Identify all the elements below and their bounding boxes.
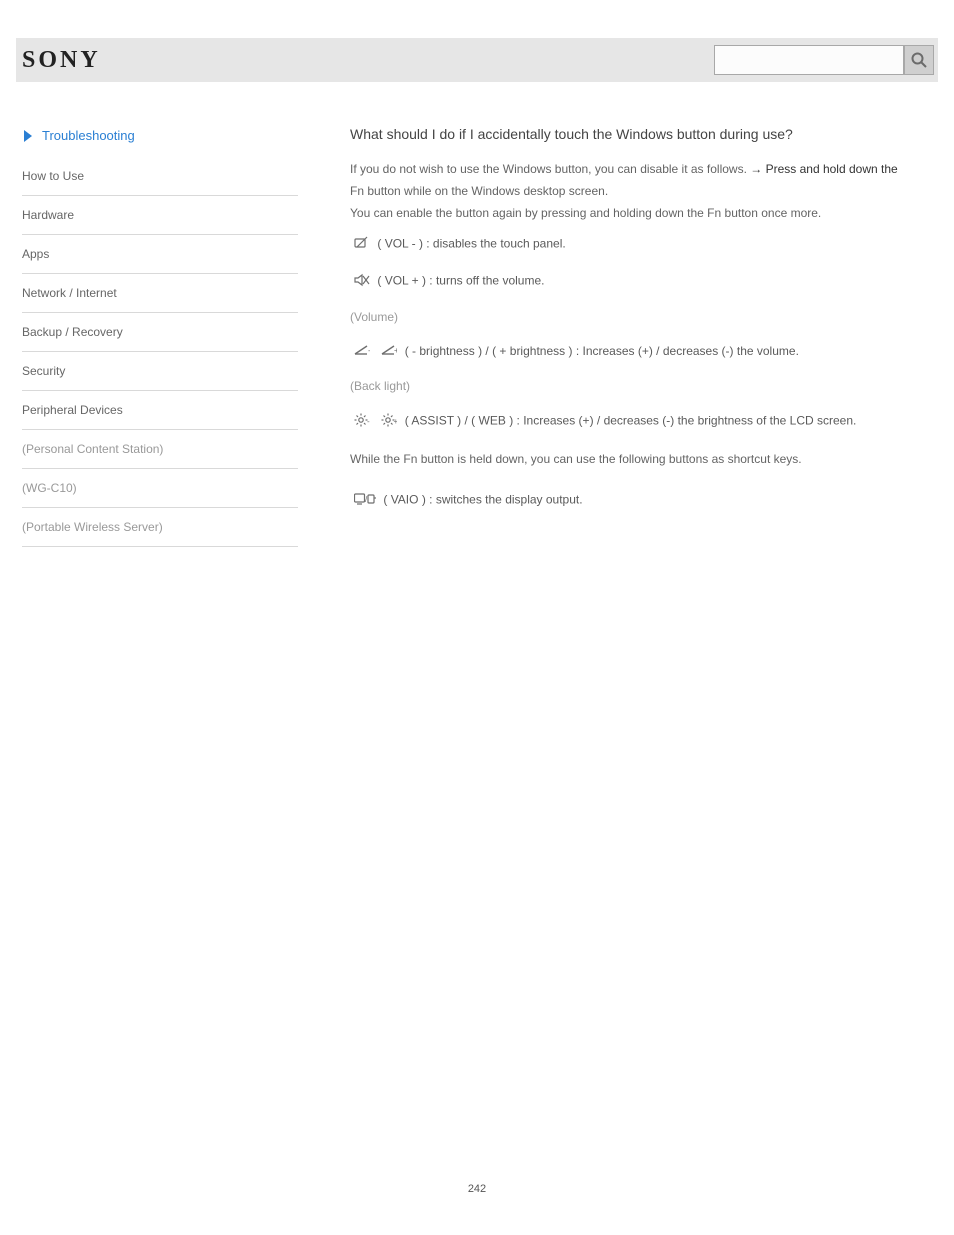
body-layout: Troubleshooting How to Use Hardware Apps… [16,82,938,547]
svg-text:-: - [367,417,370,426]
back-link[interactable]: Troubleshooting [22,126,298,157]
search-input[interactable] [714,45,904,75]
volume-up-icon: + [381,344,397,359]
row-touchpad: ( VOL - ) : disables the touch panel. [350,226,914,263]
sidebar-item-security[interactable]: Security [22,352,298,391]
touchpad-before: ( [377,237,381,251]
search-group [714,45,934,75]
hold-label: Fn [350,184,364,198]
chevron-right-icon [22,129,34,143]
content-area: What should I do if I accidentally touch… [302,126,938,547]
intro-btn: Windows [503,162,552,176]
search-button[interactable] [904,45,934,75]
row-display: / ( VAIO ) : switches the display output… [350,482,914,519]
volume-down-icon: - [354,344,370,359]
row-volume: - + ( - brightness ) / ( + brigh [350,334,914,369]
row-mute: ( VOL + ) : turns off the volume. [350,263,914,300]
bri-before-a: ( [405,414,409,428]
display-before: ( [383,493,387,507]
svg-text:+: + [394,417,398,426]
touchpad-btn: VOL - [385,237,416,251]
touchpad-off-icon [354,236,370,253]
reenable-post: button once more. [725,206,822,220]
sidebar: Troubleshooting How to Use Hardware Apps… [16,126,302,547]
display-btn: VAIO [391,493,419,507]
touchpad-after: ) : disables the touch panel. [419,237,566,251]
bri-after: ) : Increases (+) / decreases (-) the br… [509,414,856,428]
intro-mid: button, you can disable it as follows. [555,162,750,176]
note-btn: Fn [403,452,417,466]
row-note: While the Fn button is held down, you ca… [350,440,914,482]
intro-pre: If you do not wish to use the [350,162,503,176]
page-number: 242 [0,1183,954,1195]
volume-section-label: (Volume) [350,310,398,324]
display-after: ) : switches the display output. [422,493,583,507]
sidebar-item-wgc10[interactable]: (WG-C10) [22,469,298,508]
sidebar-item-apps[interactable]: Apps [22,235,298,274]
sidebar-item-network[interactable]: Network / Internet [22,274,298,313]
reenable-btn: Fn [707,206,721,220]
vol-after: ) : Increases (+) / decreases (-) the vo… [568,344,798,358]
note-end: button is held down, you can use the fol… [421,452,802,466]
sidebar-item-backup[interactable]: Backup / Recovery [22,313,298,352]
page-root: SONY [0,0,954,1235]
vol-before-a: ( [405,344,409,358]
vol-before-b: ( [492,344,496,358]
back-link-label: Troubleshooting [42,128,135,143]
vol-btn-a: - brightness [412,344,475,358]
reenable-paragraph: You can enable the button again by press… [350,204,914,222]
bri-btn-b: WEB [479,414,506,428]
search-icon [910,51,928,69]
mute-after: ) : turns off the volume. [422,274,545,288]
display-output-icon: / [354,492,376,509]
bri-before-b: ( [471,414,475,428]
brightness-down-icon: - [354,413,370,430]
vol-btn-b: + brightness [499,344,565,358]
page-inner: SONY [0,0,954,547]
mute-btn: VOL + [385,274,419,288]
brightness-up-icon: + [381,413,397,430]
sidebar-item-how-to-use[interactable]: How to Use [22,157,298,196]
sidebar-item-pws[interactable]: (Portable Wireless Server) [22,508,298,547]
row-brightness: - + [350,403,914,440]
sidebar-item-pcs[interactable]: (Personal Content Station) [22,430,298,469]
svg-text:-: - [368,346,370,355]
sidebar-item-hardware[interactable]: Hardware [22,196,298,235]
svg-text:+: + [394,346,397,355]
vol-mid: ) / [478,344,492,358]
hold-paragraph: Fn button while on the Windows desktop s… [350,182,914,200]
note-pre: While the [350,452,403,466]
intro-paragraph: If you do not wish to use the Windows bu… [350,160,914,178]
brand-logo: SONY [22,47,101,74]
row-brightness-label: (Back light) [350,369,914,403]
intro-hint: → Press and hold down the [750,162,897,176]
page-title: What should I do if I accidentally touch… [350,126,914,142]
bri-mid: ) / [457,414,471,428]
header-bar: SONY [16,38,938,82]
bri-btn-a: ASSIST [411,414,453,428]
row-volume-label: (Volume) [350,300,914,334]
mute-before: ( [377,274,381,288]
mute-icon [354,273,370,290]
hold-post: button while on the Windows desktop scre… [367,184,608,198]
brightness-section-label: (Back light) [350,379,410,393]
sidebar-item-peripheral[interactable]: Peripheral Devices [22,391,298,430]
reenable-pre: You can enable the button again by press… [350,206,707,220]
